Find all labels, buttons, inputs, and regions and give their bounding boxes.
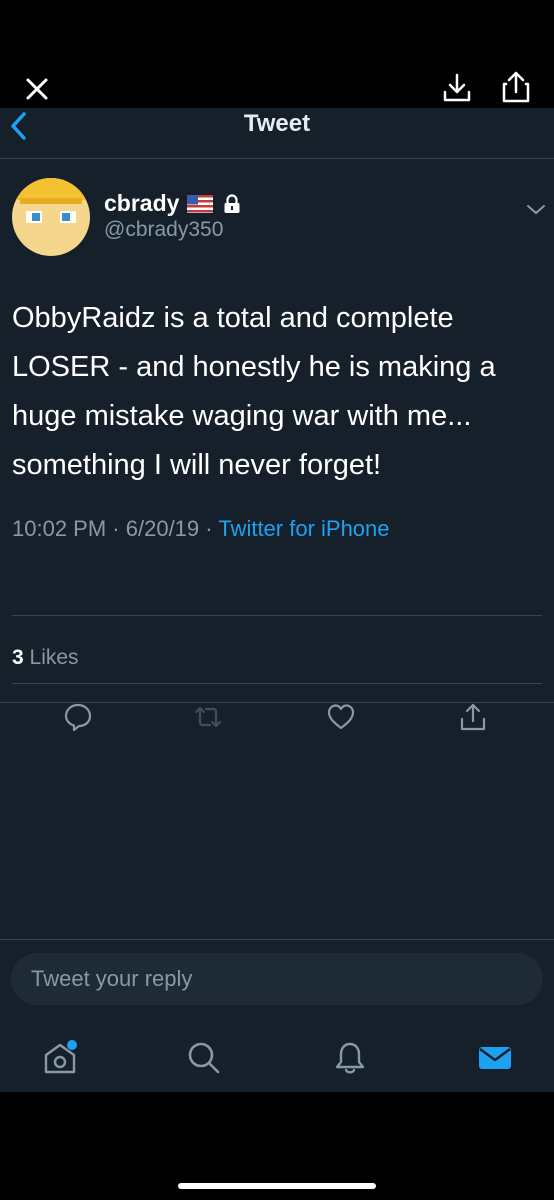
us-flag-icon [187,194,214,213]
meta-separator: · [205,516,213,541]
tweet-date: 6/20/19 [125,516,200,541]
likes-label: Likes [29,646,79,669]
close-icon[interactable] [22,74,52,104]
navigation-bar: Tweet [0,108,554,159]
avatar[interactable] [12,178,90,256]
display-name[interactable]: cbrady [104,190,241,217]
meta-separator: · [112,516,120,541]
likes-count[interactable]: 3 Likes [12,646,79,670]
search-icon[interactable] [186,1040,222,1076]
tweet-source-link[interactable]: Twitter for iPhone [218,516,389,541]
tweet-detail-screen: Tweet cbrady @cbrady350 ObbyRaidz is a t… [0,108,554,1092]
home-indicator[interactable] [178,1183,376,1189]
retweet-icon [194,706,222,728]
chevron-down-icon[interactable] [524,202,548,218]
display-name-text: cbrady [104,190,180,216]
reply-icon[interactable] [63,702,93,732]
divider [0,702,554,703]
share-tweet-icon[interactable] [458,702,488,732]
media-viewer-topbar [0,0,554,108]
tweet-text: ObbyRaidz is a total and complete LOSER … [12,302,496,481]
tab-bar [0,1028,554,1092]
user-handle[interactable]: @cbrady350 [104,218,223,242]
divider [12,683,542,684]
share-icon[interactable] [500,70,532,104]
page-title: Tweet [243,110,311,137]
tweet-time: 10:02 PM [12,516,107,541]
notifications-icon[interactable] [332,1040,368,1076]
reply-input[interactable]: Tweet your reply [11,953,543,1005]
lock-icon [224,193,240,213]
home-icon[interactable] [42,1040,78,1076]
divider [0,939,554,940]
likes-number: 3 [12,646,24,669]
divider [12,615,542,616]
download-icon[interactable] [441,72,473,104]
like-icon[interactable] [326,702,356,732]
tweet-metadata: 10:02 PM · 6/20/19 · Twitter for iPhone [12,516,390,542]
messages-icon[interactable] [477,1040,513,1076]
